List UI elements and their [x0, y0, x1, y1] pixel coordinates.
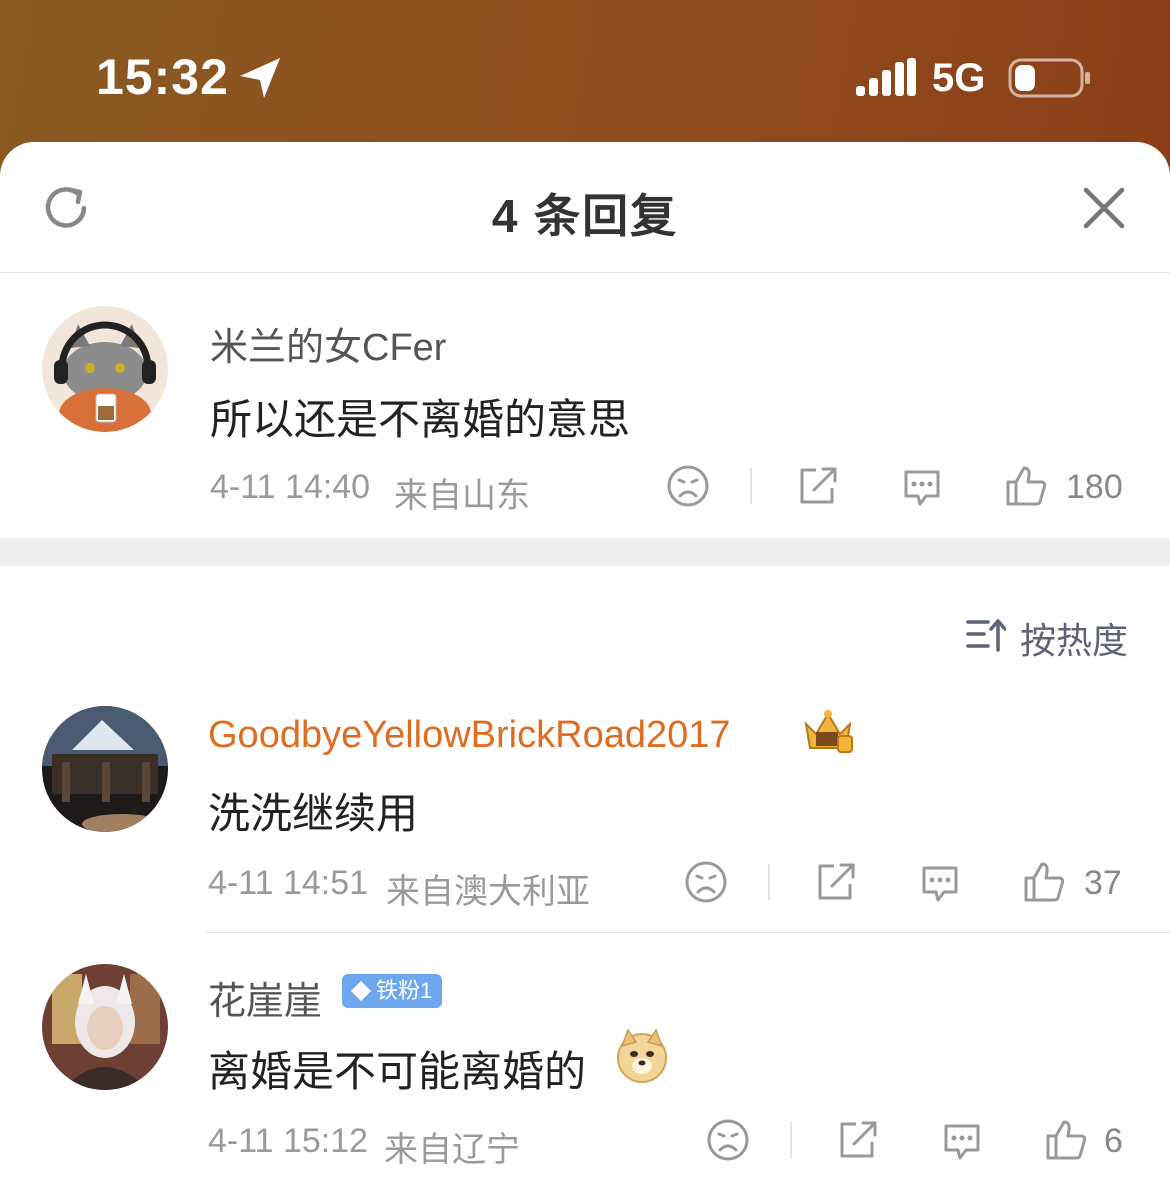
avatar[interactable]	[42, 964, 168, 1090]
fan-badge-label: 铁粉1	[376, 978, 433, 1003]
status-bar: 15:32 5G	[0, 0, 1170, 150]
sort-icon	[966, 619, 1006, 652]
reply-divider	[206, 932, 1170, 933]
reply-username[interactable]: 花崖崖	[208, 970, 322, 1025]
like-count: 37	[1084, 864, 1122, 902]
divider	[790, 1122, 792, 1158]
sad-face-icon[interactable]	[706, 1118, 750, 1162]
share-icon[interactable]	[796, 464, 840, 508]
like-count: 6	[1104, 1122, 1123, 1160]
close-icon[interactable]	[1082, 186, 1126, 230]
replies-sheet: 4 条回复 米兰的女CFer 所以还是不离婚的意思 4-11 14:40 来自山…	[0, 142, 1170, 1182]
status-time: 15:32	[96, 49, 229, 105]
reply-location: 来自澳大利亚	[386, 873, 590, 911]
reply-time: 4-11 15:12	[208, 1122, 369, 1160]
share-icon[interactable]	[836, 1118, 880, 1162]
reply-username[interactable]: GoodbyeYellowBrickRoad2017	[208, 714, 731, 757]
sad-face-icon[interactable]	[666, 464, 710, 508]
reply-text: 离婚是不可能离婚的	[208, 1048, 587, 1095]
sort-label: 按热度	[1020, 620, 1129, 661]
divider	[768, 864, 770, 900]
comment-icon[interactable]	[918, 860, 962, 904]
divider	[750, 468, 752, 504]
share-icon[interactable]	[814, 860, 858, 904]
like-icon[interactable]	[1022, 860, 1066, 904]
page-title: 4 条回复	[491, 190, 679, 242]
reply-text: 洗洗继续用	[208, 790, 419, 837]
section-separator	[0, 538, 1170, 566]
like-icon[interactable]	[1004, 464, 1048, 508]
comment-time: 4-11 14:40	[210, 468, 371, 506]
fan-badge[interactable]: 铁粉1	[342, 974, 443, 1008]
battery-icon	[1008, 58, 1090, 98]
comment-location: 来自山东	[394, 477, 530, 515]
comment-username[interactable]: 米兰的女CFer	[210, 316, 446, 371]
location-arrow-icon	[240, 58, 280, 98]
like-count: 180	[1066, 468, 1123, 506]
doge-emoji-icon	[617, 1028, 667, 1083]
signal-icon	[856, 58, 916, 96]
comment-icon[interactable]	[940, 1118, 984, 1162]
avatar[interactable]	[42, 706, 168, 832]
reply-time: 4-11 14:51	[208, 864, 369, 902]
reply-location: 来自辽宁	[384, 1131, 520, 1169]
sheet-header: 4 条回复	[0, 142, 1170, 273]
diamond-icon	[351, 981, 371, 1001]
like-icon[interactable]	[1044, 1118, 1088, 1162]
avatar[interactable]	[42, 306, 168, 432]
comment-text: 所以还是不离婚的意思	[210, 396, 631, 443]
network-type: 5G	[932, 56, 986, 100]
comment-icon[interactable]	[900, 464, 944, 508]
crown-badge-icon	[804, 710, 853, 753]
sad-face-icon[interactable]	[684, 860, 728, 904]
